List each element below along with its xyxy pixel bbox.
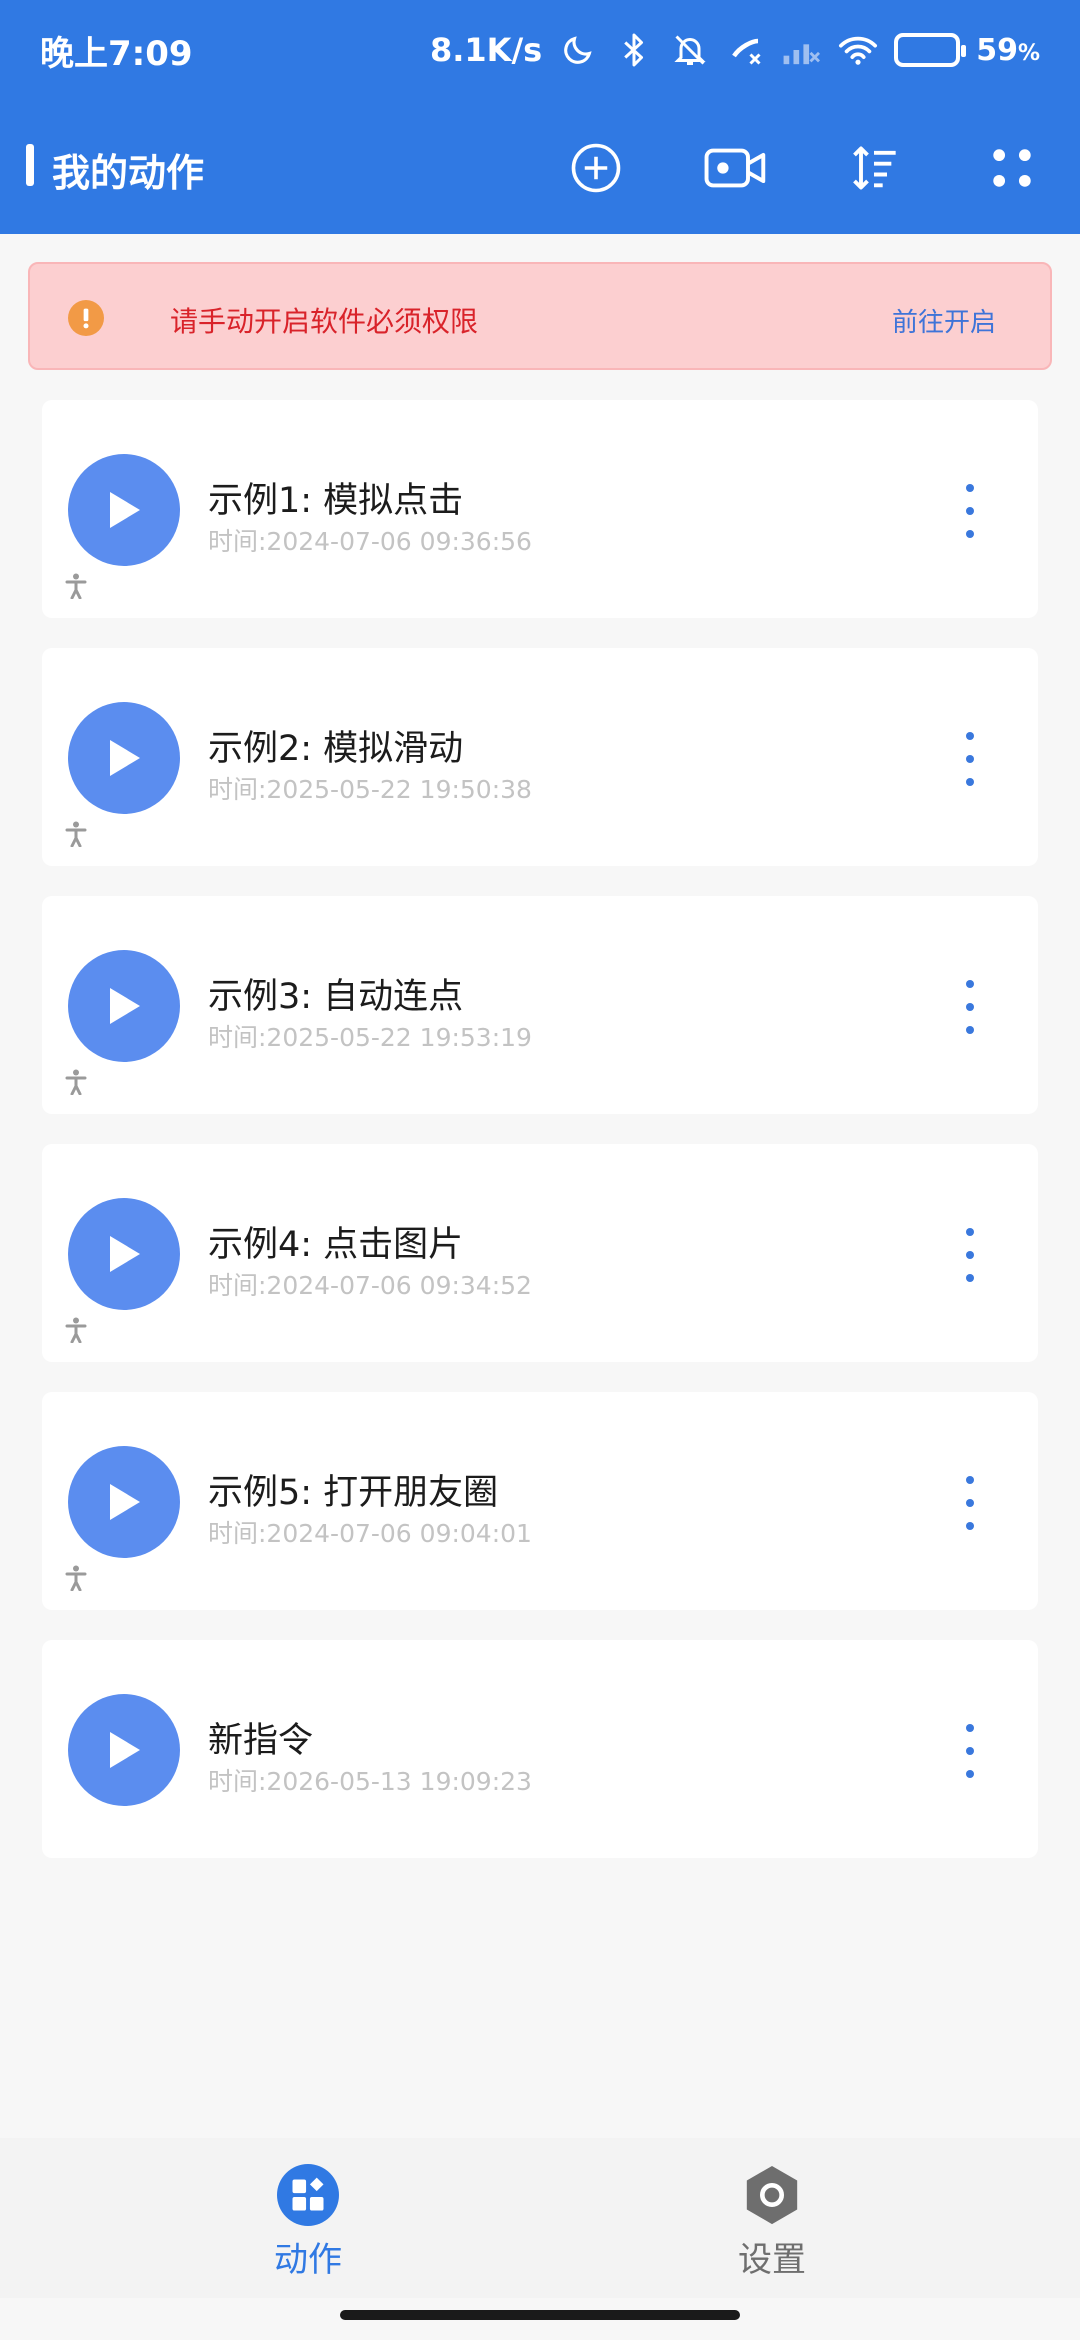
grid-dots-icon	[993, 149, 1031, 187]
title-bar: 我的动作	[0, 100, 1080, 234]
action-card[interactable]: 示例5: 打开朋友圈时间:2024-07-06 09:04:01	[42, 1392, 1038, 1610]
play-icon	[110, 1236, 140, 1272]
action-title: 示例4: 点击图片	[208, 1225, 464, 1265]
play-icon	[110, 740, 140, 776]
action-time: 时间:2024-07-06 09:04:01	[208, 1519, 532, 1548]
play-icon	[110, 988, 140, 1024]
warning-icon	[68, 300, 104, 336]
page-title: 我的动作	[52, 151, 205, 195]
title-accent	[26, 144, 34, 186]
network-speed: 8.1K/s	[429, 31, 543, 69]
action-card[interactable]: 示例1: 模拟点击时间:2024-07-06 09:36:56	[42, 400, 1038, 618]
record-button[interactable]	[696, 128, 776, 208]
play-button[interactable]	[68, 1694, 180, 1806]
status-icons: 8.1K/s 59%	[430, 30, 1040, 70]
nav-actions-tab[interactable]: 动作	[208, 2164, 408, 2284]
action-time: 时间:2024-07-06 09:36:56	[208, 527, 532, 556]
play-icon	[110, 492, 140, 528]
action-card[interactable]: 示例2: 模拟滑动时间:2025-05-22 19:50:38	[42, 648, 1038, 866]
play-button[interactable]	[68, 1446, 180, 1558]
video-camera-icon	[704, 148, 766, 188]
more-options-button[interactable]	[950, 732, 990, 786]
action-card[interactable]: 示例3: 自动连点时间:2025-05-22 19:53:19	[42, 896, 1038, 1114]
accessibility-icon	[62, 1564, 90, 1592]
action-card[interactable]: 示例4: 点击图片时间:2024-07-06 09:34:52	[42, 1144, 1038, 1362]
action-title: 示例2: 模拟滑动	[208, 729, 464, 769]
menu-grid-button[interactable]	[972, 128, 1052, 208]
action-title: 示例5: 打开朋友圈	[208, 1473, 499, 1513]
settings-tab-icon	[741, 2164, 803, 2226]
sort-icon	[853, 146, 896, 190]
battery-percent: 59%	[976, 32, 1040, 68]
action-time: 时间:2025-05-22 19:50:38	[208, 775, 532, 804]
add-action-button[interactable]	[556, 128, 636, 208]
status-time: 晚上7:09	[40, 33, 193, 74]
action-title: 示例1: 模拟点击	[208, 481, 464, 521]
status-bar: 晚上7:09 8.1K/s 59%	[0, 0, 1080, 100]
action-title: 示例3: 自动连点	[208, 977, 464, 1017]
more-options-button[interactable]	[950, 980, 990, 1034]
add-circle-icon	[571, 143, 621, 193]
action-title: 新指令	[208, 1721, 314, 1761]
wifi-icon	[838, 30, 878, 70]
action-time: 时间:2026-05-13 19:09:23	[208, 1767, 532, 1796]
bell-muted-icon	[670, 30, 710, 70]
play-button[interactable]	[68, 950, 180, 1062]
alert-message: 请手动开启软件必须权限	[170, 305, 479, 338]
bottom-nav: 动作 设置	[0, 2138, 1080, 2298]
action-time: 时间:2024-07-06 09:34:52	[208, 1271, 532, 1300]
accessibility-icon	[62, 572, 90, 600]
settings-tab-label: 设置	[738, 2240, 806, 2280]
moon-icon	[558, 30, 598, 70]
play-icon	[110, 1732, 140, 1768]
accessibility-icon	[62, 820, 90, 848]
more-options-button[interactable]	[950, 484, 990, 538]
app-header: 晚上7:09 8.1K/s 59% 我的动作	[0, 0, 1080, 234]
play-button[interactable]	[68, 1198, 180, 1310]
bluetooth-icon	[614, 30, 654, 70]
play-icon	[110, 1484, 140, 1520]
permission-alert: 请手动开启软件必须权限 前往开启	[28, 262, 1052, 370]
accessibility-icon	[62, 1068, 90, 1096]
accessibility-icon	[62, 1316, 90, 1344]
more-options-button[interactable]	[950, 1724, 990, 1778]
action-card[interactable]: 新指令时间:2026-05-13 19:09:23	[42, 1640, 1038, 1858]
play-button[interactable]	[68, 702, 180, 814]
play-button[interactable]	[68, 454, 180, 566]
battery-icon	[894, 33, 967, 67]
call-blocked-icon	[726, 30, 766, 70]
nav-settings-tab[interactable]: 设置	[672, 2164, 872, 2284]
signal-off-icon	[782, 30, 822, 70]
actions-tab-icon	[277, 2164, 339, 2226]
action-time: 时间:2025-05-22 19:53:19	[208, 1023, 532, 1052]
home-indicator[interactable]	[340, 2310, 740, 2320]
more-options-button[interactable]	[950, 1476, 990, 1530]
actions-tab-label: 动作	[274, 2240, 342, 2280]
more-options-button[interactable]	[950, 1228, 990, 1282]
sort-button[interactable]	[834, 128, 914, 208]
go-enable-link[interactable]: 前往开启	[892, 302, 996, 339]
